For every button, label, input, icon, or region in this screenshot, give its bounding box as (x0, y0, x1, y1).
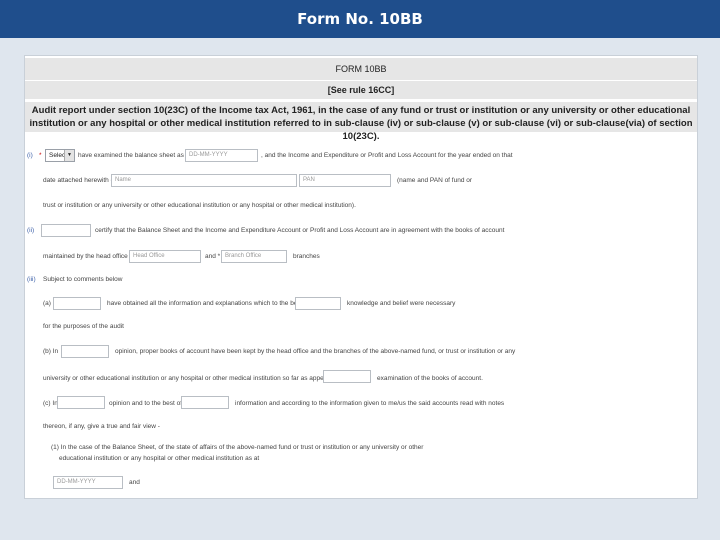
item-text: maintained by the head office at * (43, 253, 140, 260)
item-text: , and the Income and Expenditure or Prof… (261, 152, 513, 159)
item-text: trust or institution or any university o… (43, 202, 356, 209)
item-number: (iii) (27, 276, 36, 283)
form-panel: FORM 10BB [See rule 16CC] Audit report u… (24, 55, 698, 499)
item-text: certify that the Balance Sheet and the I… (95, 227, 505, 234)
item-number: (b) In (43, 348, 59, 355)
item-text: have obtained all the information and ex… (107, 300, 310, 307)
item-text: knowledge and belief were necessary (347, 300, 456, 307)
item-text: and (129, 479, 140, 486)
branch-office-input[interactable]: Branch Office (221, 250, 287, 263)
title-select[interactable]: Select ▼ (45, 149, 75, 162)
item-text: (1) In the case of the Balance Sheet, of… (51, 444, 424, 451)
item-text: information and according to the informa… (235, 400, 505, 407)
form-description: Audit report under section 10(23C) of th… (25, 102, 697, 142)
item-text: opinion and to the best of (109, 400, 183, 407)
required-marker: * (39, 152, 42, 159)
title-bar: Form No. 10BB (0, 0, 720, 38)
auditor-pronoun-input[interactable] (181, 396, 229, 409)
form-rule: [See rule 16CC] (25, 81, 697, 99)
item-text: opinion, proper books of account have be… (115, 348, 516, 355)
item-text: (name and PAN of fund or (397, 177, 473, 184)
item-number: (a) (43, 300, 51, 307)
auditor-pronoun-input[interactable] (53, 297, 101, 310)
head-office-input[interactable]: Head Office (129, 250, 201, 263)
item-text: thereon, if any, give a true and fair vi… (43, 423, 160, 430)
chevron-down-icon: ▼ (64, 150, 74, 161)
item-number: (c) In (43, 400, 58, 407)
item-text: date attached herewith of * (43, 177, 121, 184)
item-text: branches (293, 253, 320, 260)
item-number: (i) (27, 152, 33, 159)
balance-sheet-date-input[interactable]: DD-MM-YYYY (185, 149, 258, 162)
item-text: for the purposes of the audit (43, 323, 124, 330)
item-number: (ii) (27, 227, 35, 234)
page-title: Form No. 10BB (297, 10, 423, 28)
item-text: educational institution or any hospital … (59, 455, 260, 462)
auditor-pronoun-input[interactable] (295, 297, 341, 310)
auditor-pronoun-input[interactable] (57, 396, 105, 409)
form-heading: FORM 10BB (25, 58, 697, 80)
auditor-pronoun-input[interactable] (61, 345, 109, 358)
balance-sheet-as-at-date-input[interactable]: DD-MM-YYYY (53, 476, 123, 489)
pan-input[interactable]: PAN (299, 174, 391, 187)
name-input[interactable]: Name (111, 174, 297, 187)
auditor-pronoun-input[interactable] (323, 370, 371, 383)
item-text: and * (205, 253, 221, 260)
item-text: Subject to comments below (43, 276, 123, 283)
item-text: have examined the balance sheet as at * (78, 152, 196, 159)
item-text: examination of the books of account. (377, 375, 483, 382)
auditor-input[interactable] (41, 224, 91, 237)
item-text: university or other educational institut… (43, 375, 348, 382)
